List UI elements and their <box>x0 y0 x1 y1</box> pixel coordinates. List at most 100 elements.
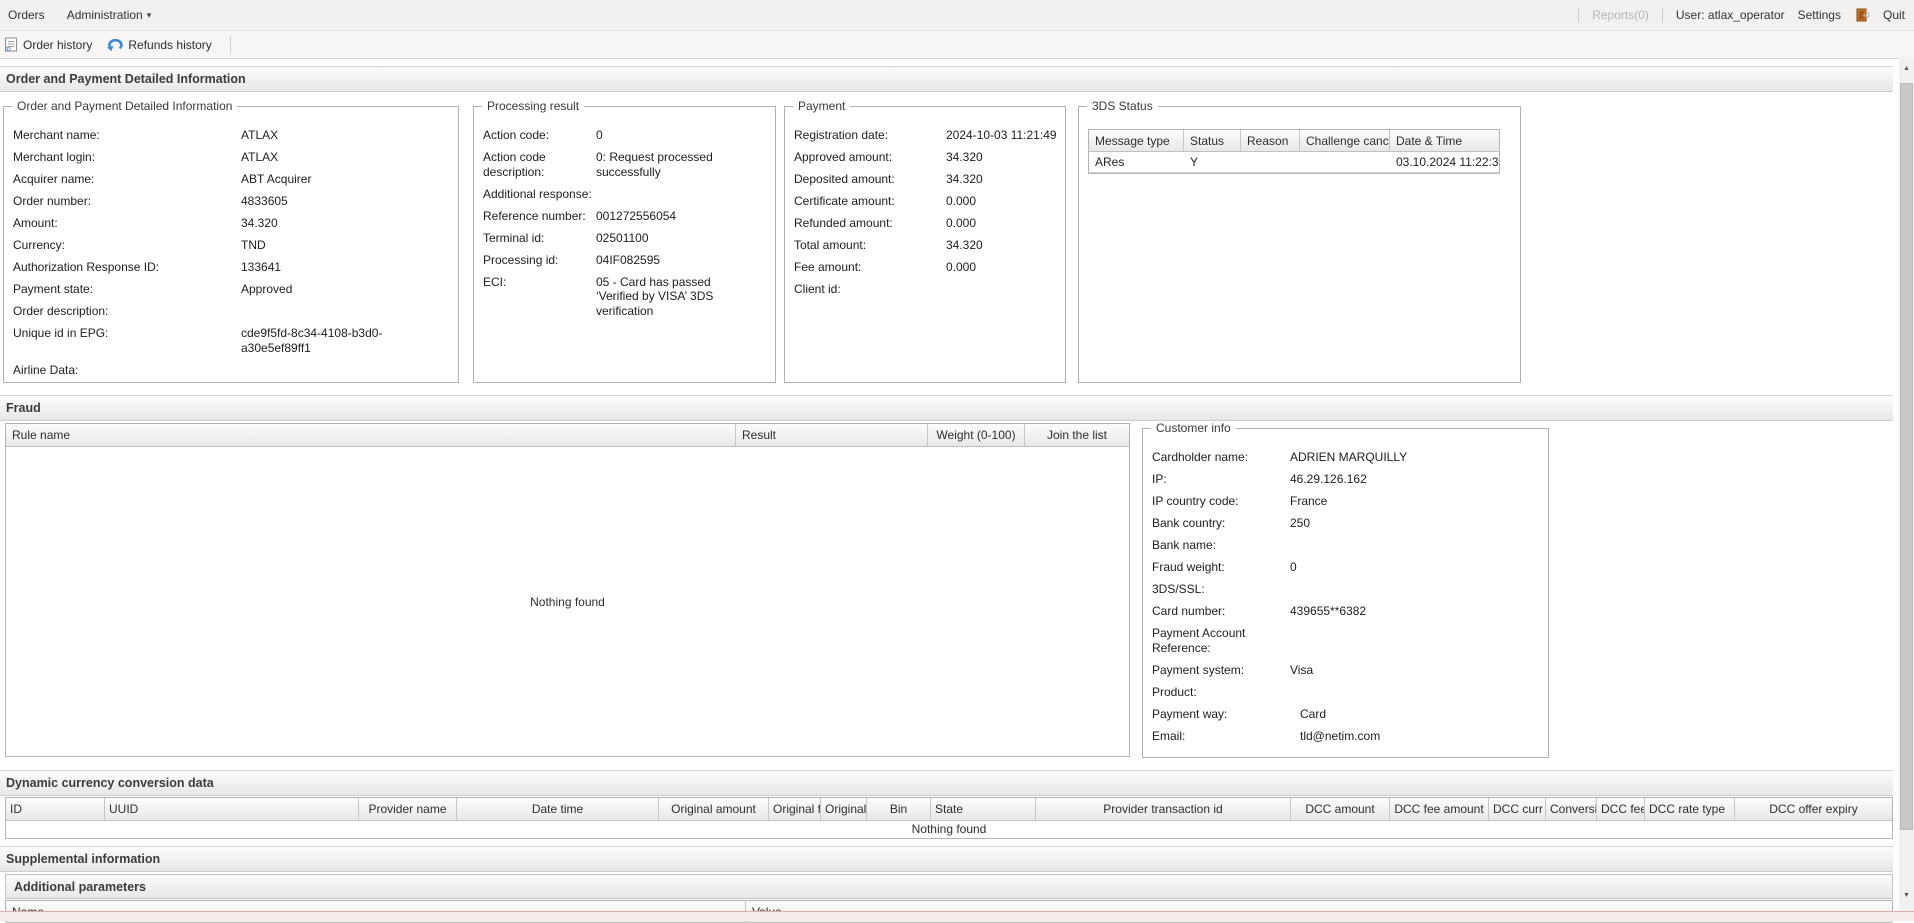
field-row: Currency: TND <box>13 238 450 253</box>
field-value: ADRIEN MARQUILLY <box>1290 450 1540 465</box>
field-value: 133641 <box>241 260 450 275</box>
scroll-up-icon[interactable]: ▲ <box>1899 60 1914 76</box>
field-row: ECI: 05 - Card has passed ‘Verified by V… <box>483 275 767 319</box>
field-label: Acquirer name: <box>13 172 241 187</box>
field-value: cde9f5fd-8c34-4108-b3d0-a30e5ef89ff1 <box>241 326 450 355</box>
field-value <box>241 363 450 378</box>
menu-item-orders[interactable]: Orders <box>8 8 45 22</box>
field-label: Refunded amount: <box>794 216 946 231</box>
field-label: Additional response: <box>483 187 596 202</box>
field-value: 04IF082595 <box>596 253 756 268</box>
column-header: Provider name <box>359 798 457 820</box>
scroll-down-icon[interactable]: ▼ <box>1899 887 1914 903</box>
additional-parameters-title: Additional parameters <box>5 874 1893 899</box>
tds-status-row: ARes Y 03.10.2024 11:22:32 <box>1089 152 1499 173</box>
field-value: 46.29.126.162 <box>1290 472 1540 487</box>
customer-info-legend: Customer info <box>1151 421 1236 435</box>
column-header: Date & Time <box>1390 130 1499 151</box>
column-header: DCC rate type <box>1645 798 1735 820</box>
field-value <box>1290 538 1540 553</box>
processing-result-panel: Processing result Action code: 0 Action … <box>473 106 776 383</box>
field-label: Payment system: <box>1152 663 1290 678</box>
divider <box>230 36 231 53</box>
field-value: ABT Acquirer <box>241 172 450 187</box>
order-panel-legend: Order and Payment Detailed Information <box>12 99 237 113</box>
vertical-scrollbar[interactable]: ▲ ▼ <box>1899 58 1914 911</box>
field-row: Acquirer name: ABT Acquirer <box>13 172 450 187</box>
field-label: Amount: <box>13 216 241 231</box>
field-row: Product: <box>1152 685 1540 700</box>
field-row: Email: tld@netim.com <box>1152 729 1540 744</box>
field-value: 0 <box>1290 560 1540 575</box>
field-row: Order number: 4833605 <box>13 194 450 209</box>
field-value: tld@netim.com <box>1290 729 1540 744</box>
fraud-empty-message: Nothing found <box>6 447 1129 756</box>
tds-status-table: Message typeStatusReasonChallenge cancel… <box>1088 129 1500 174</box>
field-row: Merchant login: ATLAX <box>13 150 450 165</box>
field-label: Registration date: <box>794 128 946 143</box>
column-header: UUID <box>105 798 359 820</box>
column-header: ID <box>6 798 105 820</box>
field-label: Total amount: <box>794 238 946 253</box>
tds-status-legend: 3DS Status <box>1087 99 1158 113</box>
tds-status-panel: 3DS Status Message typeStatusReasonChall… <box>1078 106 1521 383</box>
field-value: 0.000 <box>946 194 1057 209</box>
field-row: Deposited amount: 34.320 <box>794 172 1057 187</box>
order-history-button[interactable]: L Order history <box>4 37 92 52</box>
tds-message-type: ARes <box>1089 152 1184 172</box>
field-row: Cardholder name: ADRIEN MARQUILLY <box>1152 450 1540 465</box>
supplemental-section-title: Supplemental information <box>0 846 1893 872</box>
field-row: Payment state: Approved <box>13 282 450 297</box>
column-header: Original amount <box>659 798 769 820</box>
field-row: Additional response: <box>483 187 767 202</box>
field-row: IP country code: France <box>1152 494 1540 509</box>
field-row: Processing id: 04IF082595 <box>483 253 767 268</box>
field-label: Action code description: <box>483 150 596 179</box>
field-label: Authorization Response ID: <box>13 260 241 275</box>
menu-bar: Orders Administration ▾ Reports(0) User:… <box>0 0 1914 31</box>
menu-item-reports[interactable]: Reports(0) <box>1592 8 1649 22</box>
field-value: 250 <box>1290 516 1540 531</box>
field-label: Bank country: <box>1152 516 1290 531</box>
field-label: Airline Data: <box>13 363 241 378</box>
tds-reason <box>1241 152 1300 172</box>
column-header: Weight (0-100) <box>928 424 1025 446</box>
field-label: Unique id in EPG: <box>13 326 241 355</box>
field-row: Registration date: 2024-10-03 11:21:49 <box>794 128 1057 143</box>
field-label: Terminal id: <box>483 231 596 246</box>
refund-arrow-icon <box>106 37 123 52</box>
column-header: Rule name <box>6 424 736 446</box>
field-row: Airline Data: <box>13 363 450 378</box>
field-value: 0 <box>596 128 756 143</box>
field-value: Approved <box>241 282 450 297</box>
customer-info-panel: Customer info Cardholder name: ADRIEN MA… <box>1142 428 1549 758</box>
field-row: Action code description: 0: Request proc… <box>483 150 767 179</box>
scrollbar-thumb[interactable] <box>1900 83 1913 830</box>
order-panel: Order and Payment Detailed Information M… <box>3 106 459 383</box>
field-label: Reference number: <box>483 209 596 224</box>
column-header: Conversi <box>1546 798 1597 820</box>
page-title: Order and Payment Detailed Information <box>0 66 1893 92</box>
field-value: 34.320 <box>946 238 1057 253</box>
field-label: Approved amount: <box>794 150 946 165</box>
menu-item-quit[interactable]: Quit <box>1883 8 1905 22</box>
field-row: Unique id in EPG: cde9f5fd-8c34-4108-b3d… <box>13 326 450 355</box>
column-header: Message type <box>1089 130 1184 151</box>
refunds-history-button[interactable]: Refunds history <box>106 37 211 52</box>
column-header: Status <box>1184 130 1241 151</box>
menu-item-settings[interactable]: Settings <box>1798 8 1841 22</box>
exit-door-icon[interactable] <box>1854 7 1870 23</box>
menu-item-administration[interactable]: Administration ▾ <box>67 8 152 22</box>
field-value: 34.320 <box>946 150 1057 165</box>
field-label: Order number: <box>13 194 241 209</box>
field-label: Cardholder name: <box>1152 450 1290 465</box>
field-row: Fee amount: 0.000 <box>794 260 1057 275</box>
field-value: TND <box>241 238 450 253</box>
field-value: 34.320 <box>946 172 1057 187</box>
column-header: Provider transaction id <box>1036 798 1291 820</box>
field-label: Payment way: <box>1152 707 1290 722</box>
order-history-icon: L <box>4 37 18 52</box>
field-value: 34.320 <box>241 216 450 231</box>
field-label: Certificate amount: <box>794 194 946 209</box>
field-row: Refunded amount: 0.000 <box>794 216 1057 231</box>
